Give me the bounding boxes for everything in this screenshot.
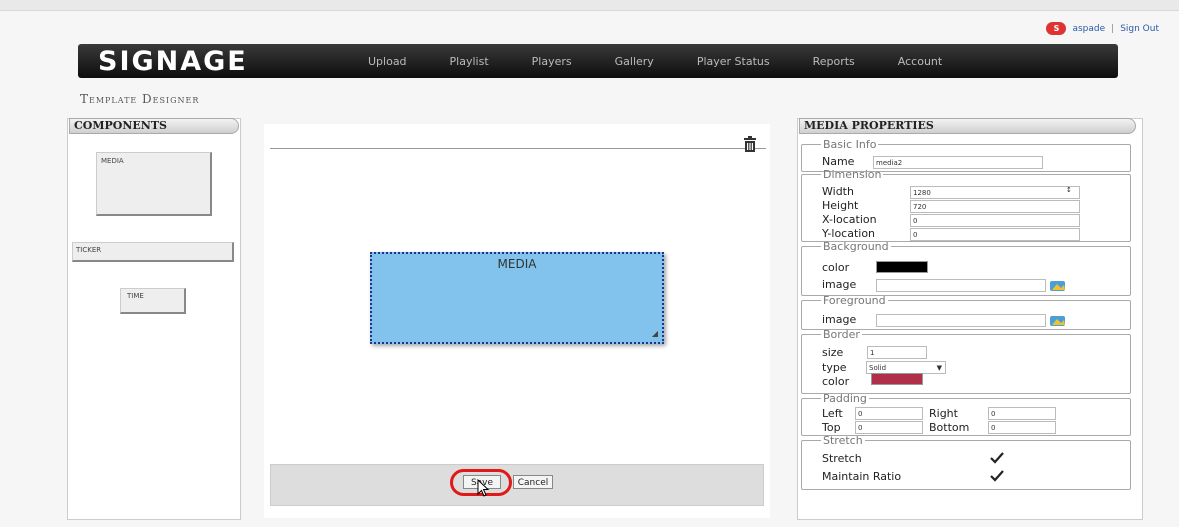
padding-right-label: Right xyxy=(929,407,958,420)
user-separator: | xyxy=(1111,23,1115,34)
x-location-label: X-location xyxy=(822,213,877,226)
name-label: Name xyxy=(822,155,855,168)
padding-legend: Padding xyxy=(823,392,867,405)
padding-right-field[interactable]: 0 xyxy=(988,407,1056,420)
border-type-label: type xyxy=(822,361,847,374)
nav-upload[interactable]: Upload xyxy=(368,55,407,68)
x-location-field[interactable]: 0 xyxy=(910,214,1080,227)
padding-left-field[interactable]: 0 xyxy=(855,407,923,420)
padding-bottom-field[interactable]: 0 xyxy=(988,421,1056,434)
nav-player-status[interactable]: Player Status xyxy=(697,55,770,68)
basic-info-legend: Basic Info xyxy=(823,138,877,151)
sign-out-link[interactable]: Sign Out xyxy=(1120,24,1159,34)
foreground-image-field[interactable] xyxy=(876,314,1046,327)
dimension-legend: Dimension xyxy=(823,168,882,181)
top-strip xyxy=(0,0,1179,11)
stretch-checkbox-checkmark-icon[interactable] xyxy=(990,452,1004,464)
main-navbar: SIGNAGE Upload Playlist Players Gallery … xyxy=(78,44,1118,78)
background-color-label: color xyxy=(822,261,850,274)
background-image-browse-icon[interactable] xyxy=(1048,278,1068,292)
nav-account[interactable]: Account xyxy=(898,55,942,68)
background-image-field[interactable] xyxy=(876,279,1046,292)
padding-top-field[interactable]: 0 xyxy=(855,421,923,434)
stretch-label: Stretch xyxy=(822,452,862,465)
cancel-button[interactable]: Cancel xyxy=(513,475,553,489)
width-label: Width xyxy=(822,185,854,198)
border-color-label: color xyxy=(822,375,850,388)
width-field[interactable]: 1280 xyxy=(910,186,1080,199)
maintain-ratio-label: Maintain Ratio xyxy=(822,470,902,483)
component-media[interactable]: MEDIA xyxy=(96,152,212,216)
border-legend: Border xyxy=(823,328,860,341)
background-color-swatch[interactable] xyxy=(876,261,928,273)
signage-logo[interactable]: SIGNAGE xyxy=(98,46,368,77)
component-time[interactable]: TIME xyxy=(120,288,186,314)
resize-handle-icon[interactable]: ◢ xyxy=(652,329,658,338)
padding-left-label: Left xyxy=(822,407,843,420)
foreground-legend: Foreground xyxy=(823,294,886,307)
chevron-down-icon: ▼ xyxy=(936,364,942,372)
border-group: Border xyxy=(801,328,1131,394)
nav-playlist[interactable]: Playlist xyxy=(450,55,489,68)
border-size-field[interactable]: 1 xyxy=(867,346,927,359)
canvas-top-rule xyxy=(270,148,766,149)
padding-bottom-label: Bottom xyxy=(929,421,970,434)
page-title: Template Designer xyxy=(80,92,200,106)
background-image-label: image xyxy=(822,278,857,291)
components-header: COMPONENTS xyxy=(69,118,239,134)
trash-icon[interactable] xyxy=(743,136,757,152)
border-color-swatch[interactable] xyxy=(871,373,923,385)
user-area: S aspade | Sign Out xyxy=(1046,22,1159,35)
foreground-image-label: image xyxy=(822,313,857,326)
width-spinner-icon[interactable]: ↕ xyxy=(1066,186,1072,194)
nav-players[interactable]: Players xyxy=(532,55,572,68)
padding-top-label: Top xyxy=(822,421,841,434)
stretch-legend: Stretch xyxy=(823,434,863,447)
maintain-ratio-checkbox-checkmark-icon[interactable] xyxy=(990,470,1004,482)
nav-gallery[interactable]: Gallery xyxy=(615,55,654,68)
media-region[interactable]: MEDIA ◢ xyxy=(370,252,664,344)
mouse-pointer-icon xyxy=(477,479,490,497)
border-size-label: size xyxy=(822,346,844,359)
height-label: Height xyxy=(822,199,859,212)
media-region-label: MEDIA xyxy=(497,257,537,271)
properties-header: MEDIA PROPERTIES xyxy=(799,118,1136,134)
component-ticker[interactable]: TICKER xyxy=(72,242,234,262)
nav-reports[interactable]: Reports xyxy=(813,55,855,68)
height-field[interactable]: 720 xyxy=(910,200,1080,213)
y-location-label: Y-location xyxy=(822,227,876,240)
username-link[interactable]: aspade xyxy=(1072,24,1105,34)
foreground-image-browse-icon[interactable] xyxy=(1048,313,1068,327)
border-type-value: Solid xyxy=(869,364,887,372)
user-avatar-badge[interactable]: S xyxy=(1046,22,1067,35)
background-legend: Background xyxy=(823,240,889,253)
